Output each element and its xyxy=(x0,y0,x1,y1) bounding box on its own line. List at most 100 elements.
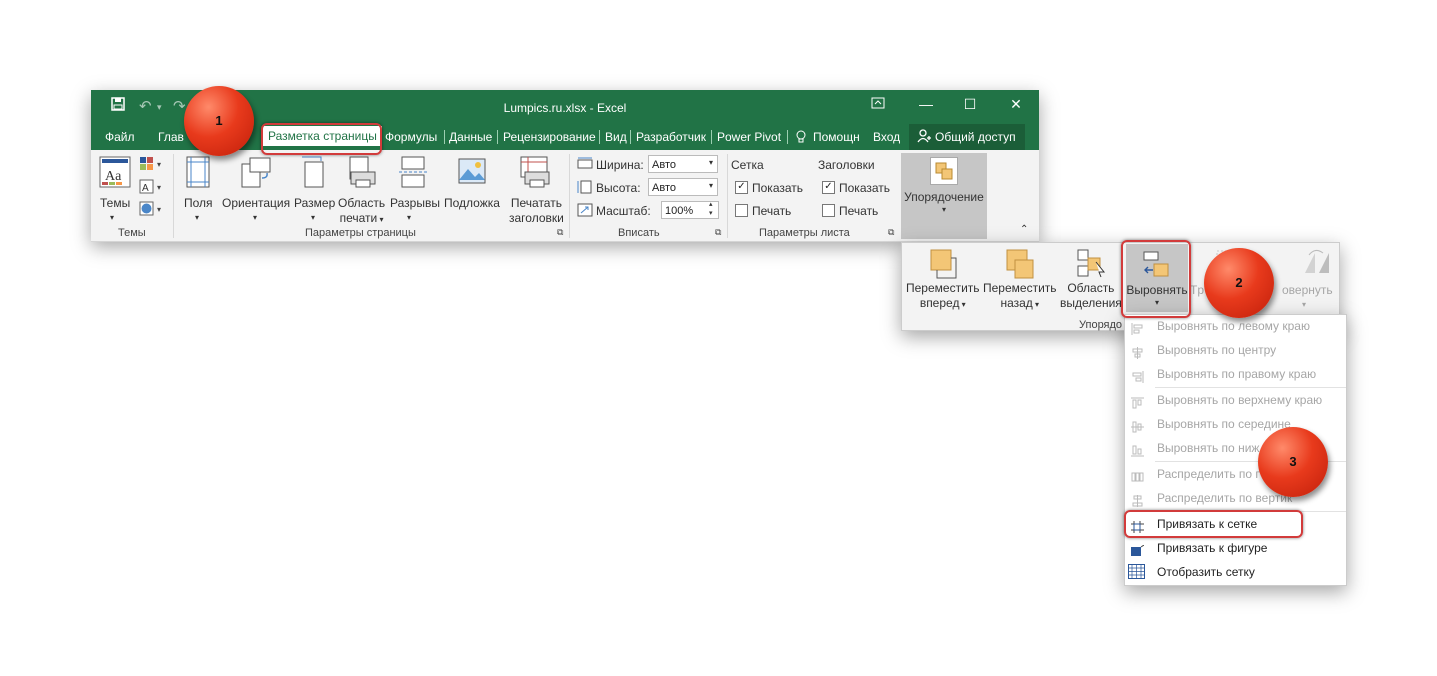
tell-me-search[interactable]: Помощн xyxy=(813,130,860,144)
menu-item-label: Отобразить сетку xyxy=(1157,565,1255,579)
tab-data[interactable]: Данные xyxy=(449,130,492,144)
selection-pane-label-line1: Область xyxy=(1067,281,1115,295)
tab-home[interactable]: Глав xyxy=(158,130,184,144)
sheet-options-dialog-launcher-icon[interactable]: ⧉ xyxy=(888,227,894,238)
bring-forward-label[interactable]: Переместить вперед ▾ xyxy=(906,281,980,312)
width-icon xyxy=(577,157,593,176)
theme-colors-icon[interactable]: ▾ xyxy=(139,156,165,177)
tab-power-pivot[interactable]: Power Pivot xyxy=(717,130,781,144)
themes-label: Темы xyxy=(100,196,131,210)
theme-effects-icon[interactable]: ▾ xyxy=(139,201,165,222)
step-badge-3: 3 xyxy=(1258,427,1328,497)
menu-item-align-center[interactable]: Выровнять по центру xyxy=(1125,339,1346,361)
dropdown-icon[interactable]: ▾ xyxy=(195,210,199,225)
tab-file[interactable]: Файл xyxy=(105,130,135,144)
menu-item-align-left[interactable]: Выровнять по левому краю xyxy=(1125,315,1346,337)
menu-item-label: Выровнять по середине xyxy=(1157,417,1291,431)
bring-forward-icon[interactable] xyxy=(929,248,959,285)
distribute-horizontally-icon xyxy=(1131,468,1144,482)
size-label[interactable]: Размер xyxy=(294,196,335,211)
send-backward-icon[interactable] xyxy=(1005,248,1035,285)
menu-item-label: Выровнять по центру xyxy=(1157,343,1277,357)
gridlines-print-checkbox[interactable] xyxy=(735,204,748,217)
print-titles-label-line2: заголовки xyxy=(509,211,564,225)
theme-fonts-icon[interactable]: A ▾ xyxy=(139,179,165,200)
dropdown-icon[interactable]: ▾ xyxy=(1302,297,1306,312)
themes-dropdown-icon[interactable]: ▾ xyxy=(110,210,114,225)
tab-separator xyxy=(444,130,445,144)
size-icon[interactable] xyxy=(301,156,327,193)
align-bottom-icon xyxy=(1131,442,1144,457)
headings-view-checkbox[interactable]: ✓ xyxy=(822,181,835,194)
menu-item-align-top[interactable]: Выровнять по верхнему краю xyxy=(1125,389,1346,411)
height-select[interactable]: Авто xyxy=(648,178,718,196)
chevron-down-icon[interactable]: ▾ xyxy=(709,158,713,167)
bring-forward-label-line2: вперед xyxy=(919,296,960,310)
chevron-down-icon[interactable]: ▾ xyxy=(709,181,713,190)
tab-separator xyxy=(630,130,631,144)
ribbon-display-options-icon[interactable] xyxy=(868,96,888,112)
gridlines-view-checkbox[interactable]: ✓ xyxy=(735,181,748,194)
menu-item-snap-to-shape[interactable]: Привязать к фигуре xyxy=(1125,537,1346,559)
scale-dialog-launcher-icon[interactable]: ⧉ xyxy=(715,227,721,238)
gridlines-view-label: Показать xyxy=(752,181,804,195)
themes-icon: Aa xyxy=(99,156,131,188)
collapse-ribbon-icon[interactable]: ⌃ xyxy=(1020,224,1028,235)
width-select[interactable]: Авто xyxy=(648,155,718,173)
send-backward-label[interactable]: Переместить назад ▾ xyxy=(983,281,1057,312)
page-setup-dialog-launcher-icon[interactable]: ⧉ xyxy=(557,227,563,238)
breaks-label[interactable]: Разрывы xyxy=(390,196,440,211)
highlight-page-layout-tab xyxy=(261,123,382,155)
dropdown-icon[interactable]: ▾ xyxy=(407,210,411,225)
orientation-icon[interactable] xyxy=(240,156,272,193)
step-badge-1: 1 xyxy=(184,86,254,156)
tab-view[interactable]: Вид xyxy=(605,130,627,144)
background-icon[interactable] xyxy=(457,156,487,193)
menu-item-label: Выровнять по правому краю xyxy=(1157,367,1317,381)
selection-pane-icon[interactable] xyxy=(1076,248,1106,285)
background-label[interactable]: Подложка xyxy=(444,196,500,211)
sign-in-link[interactable]: Вход xyxy=(873,130,900,144)
dropdown-icon[interactable]: ▾ xyxy=(311,210,315,225)
tab-developer[interactable]: Разработчик xyxy=(636,130,706,144)
tab-review[interactable]: Рецензирование xyxy=(503,130,596,144)
menu-item-label: Привязать к фигуре xyxy=(1157,541,1268,555)
menu-item-view-gridlines[interactable]: Отобразить сетку xyxy=(1125,561,1346,583)
dropdown-icon[interactable]: ▾ xyxy=(253,210,257,225)
menu-item-align-right[interactable]: Выровнять по правому краю xyxy=(1125,363,1346,385)
print-area-icon[interactable] xyxy=(347,156,377,193)
group-separator xyxy=(727,154,728,238)
themes-button[interactable]: Aa xyxy=(99,156,131,193)
margins-icon[interactable] xyxy=(185,156,211,193)
menu-item-label: Распределить по г xyxy=(1157,467,1260,481)
arrange-button[interactable]: Упорядочение ▾ xyxy=(901,153,987,239)
selection-pane-label[interactable]: Область выделения xyxy=(1060,281,1122,311)
tab-separator xyxy=(599,130,600,144)
person-add-icon xyxy=(917,129,931,146)
close-icon[interactable]: ✕ xyxy=(1006,96,1026,113)
align-left-icon xyxy=(1131,320,1144,335)
print-area-label-line2: печати xyxy=(339,211,378,225)
breaks-icon[interactable] xyxy=(398,156,428,193)
rotate-label[interactable]: овернуть xyxy=(1282,283,1333,298)
svg-text:A: A xyxy=(142,183,149,194)
margins-label[interactable]: Поля xyxy=(184,196,213,211)
headings-print-checkbox[interactable] xyxy=(822,204,835,217)
print-titles-icon[interactable] xyxy=(519,156,551,193)
share-button[interactable]: Общий доступ xyxy=(909,124,1025,150)
align-middle-icon xyxy=(1131,418,1144,433)
scale-icon xyxy=(577,203,593,222)
minimize-icon[interactable]: — xyxy=(916,96,936,112)
tab-separator xyxy=(787,130,788,144)
maximize-icon[interactable]: ☐ xyxy=(960,96,980,113)
group-objects-label[interactable]: Tp xyxy=(1190,283,1204,298)
menu-item-align-middle[interactable]: Выровнять по середине xyxy=(1125,413,1346,435)
tab-formulas[interactable]: Формулы xyxy=(385,130,437,144)
spinner-arrows-icon[interactable]: ▴ ▾ xyxy=(709,200,713,218)
print-titles-label[interactable]: Печатать заголовки xyxy=(509,196,564,226)
rotate-icon[interactable] xyxy=(1301,247,1333,282)
dropdown-icon: ▾ xyxy=(941,205,946,214)
print-area-label[interactable]: Область печати ▾ xyxy=(338,196,385,227)
orientation-label[interactable]: Ориентация xyxy=(222,196,290,211)
tab-separator xyxy=(497,130,498,144)
